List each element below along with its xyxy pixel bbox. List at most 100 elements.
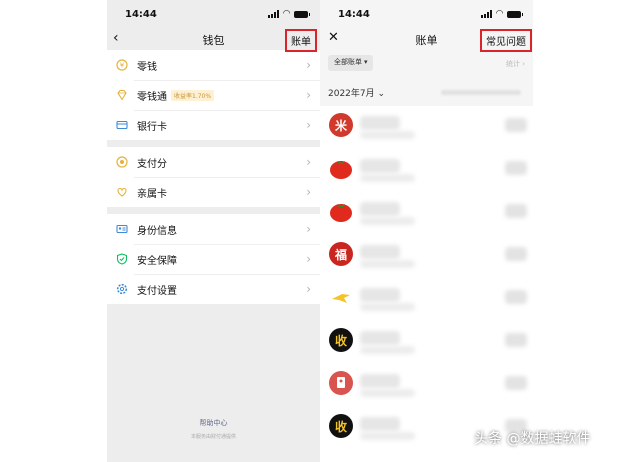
menu-item-change[interactable]: ¥ 零钱 ›: [107, 50, 320, 80]
menu-label: 银行卡: [137, 121, 167, 133]
menu-item-security[interactable]: 安全保障 ›: [107, 244, 320, 274]
merchant-text-blurred: [360, 389, 415, 397]
filter-row: 全部账单 ▾ 统计 ›: [320, 50, 533, 78]
menu-label: 支付分: [137, 158, 167, 170]
menu-label: 零钱通: [137, 91, 167, 103]
amount-blurred: [505, 290, 527, 304]
chevron-right-icon: ›: [306, 252, 311, 266]
stats-link[interactable]: 统计 ›: [506, 59, 525, 69]
merchant-text-blurred: [360, 331, 400, 345]
transaction-row[interactable]: [320, 192, 533, 235]
menu-item-identity[interactable]: 身份信息 ›: [107, 214, 320, 244]
amount-blurred: [505, 204, 527, 218]
family-icon: [116, 186, 128, 198]
status-time: 14:44: [338, 9, 370, 20]
menu-item-pay-score[interactable]: 支付分 ›: [107, 147, 320, 177]
menu-item-bank-card[interactable]: 银行卡 ›: [107, 110, 320, 140]
tomato-icon: [329, 156, 353, 180]
merchant-text-blurred: [360, 432, 415, 440]
transaction-row[interactable]: [320, 278, 533, 321]
month-summary-blurred: [441, 90, 521, 95]
merchant-text-blurred: [360, 159, 400, 173]
amount-blurred: [505, 333, 527, 347]
gear-icon: [116, 283, 128, 295]
status-bar: 14:44 ◠: [107, 0, 320, 28]
all-bills-filter[interactable]: 全部账单 ▾: [328, 55, 374, 71]
red-packet-icon: [329, 371, 353, 395]
status-bar: 14:44 ◠: [320, 0, 533, 28]
menu-label: 安全保障: [137, 255, 177, 267]
chevron-right-icon: ›: [306, 282, 311, 296]
bill-screen: 14:44 ◠ ✕ 账单 常见问题 全部账单 ▾ 统计 › 2022年7月 ⌄ …: [320, 0, 533, 462]
merchant-text-blurred: [360, 245, 400, 259]
transaction-row[interactable]: 福: [320, 235, 533, 278]
merchant-text-blurred: [360, 417, 400, 431]
month-selector[interactable]: 2022年7月 ⌄: [328, 86, 385, 99]
id-icon: [116, 223, 128, 235]
receive-icon: 收: [329, 328, 353, 352]
merchant-text-blurred: [360, 288, 400, 302]
signal-icon: [268, 10, 280, 18]
chevron-right-icon: ›: [306, 58, 311, 72]
chevron-right-icon: ›: [306, 222, 311, 236]
chevron-right-icon: ›: [306, 88, 311, 102]
yield-badge: 收益率1.70%: [171, 89, 215, 101]
merchant-text-blurred: [360, 174, 415, 182]
diamond-icon: [116, 89, 128, 101]
chevron-right-icon: ›: [306, 155, 311, 169]
amount-blurred: [505, 118, 527, 132]
month-row: 2022年7月 ⌄: [320, 78, 533, 106]
mi-logo-icon: 米: [329, 113, 353, 137]
shield-icon: [116, 253, 128, 265]
bird-icon: [329, 285, 353, 309]
faq-button[interactable]: 常见问题: [480, 29, 532, 52]
amount-blurred: [505, 376, 527, 390]
transaction-row[interactable]: [320, 364, 533, 407]
amount-blurred: [505, 247, 527, 261]
chevron-right-icon: ›: [306, 185, 311, 199]
transaction-row[interactable]: [320, 149, 533, 192]
menu-label: 零钱: [137, 61, 157, 73]
battery-icon: [507, 10, 523, 18]
transaction-row[interactable]: 米: [320, 106, 533, 149]
merchant-text-blurred: [360, 303, 415, 311]
receive-icon: 收: [329, 414, 353, 438]
wifi-icon: ◠: [283, 9, 290, 19]
transaction-row[interactable]: 收: [320, 321, 533, 364]
nav-bar: ✕ 账单 常见问题: [320, 28, 533, 52]
menu-item-family-card[interactable]: 亲属卡 ›: [107, 177, 320, 207]
fu-icon: 福: [329, 242, 353, 266]
card-icon: [116, 119, 128, 131]
status-time: 14:44: [125, 9, 157, 20]
merchant-text-blurred: [360, 260, 415, 268]
menu-group-settings: 身份信息 › 安全保障 › 支付设置 ›: [107, 214, 320, 304]
merchant-text-blurred: [360, 374, 400, 388]
menu-label: 亲属卡: [137, 188, 167, 200]
menu-group-services: 支付分 › 亲属卡 ›: [107, 147, 320, 207]
svg-text:¥: ¥: [120, 62, 125, 70]
menu-label: 支付设置: [137, 285, 177, 297]
tomato-icon: [329, 199, 353, 223]
transaction-list: 米福收收: [320, 106, 533, 462]
merchant-text-blurred: [360, 346, 415, 354]
signal-icon: [481, 10, 493, 18]
watermark: 头条 @数据蛙软件: [474, 431, 591, 447]
menu-item-change-pass[interactable]: 零钱通 收益率1.70% ›: [107, 80, 320, 110]
amount-blurred: [505, 161, 527, 175]
merchant-text-blurred: [360, 202, 400, 216]
menu-group-assets: ¥ 零钱 › 零钱通 收益率1.70% › 银行卡 ›: [107, 50, 320, 140]
chevron-right-icon: ›: [306, 118, 311, 132]
merchant-text-blurred: [360, 116, 400, 130]
menu-label: 身份信息: [137, 225, 177, 237]
bill-button[interactable]: 账单: [285, 29, 317, 52]
menu-item-pay-settings[interactable]: 支付设置 ›: [107, 274, 320, 304]
wallet-screen: 14:44 ◠ ‹ 钱包 账单 ¥ 零钱 › 零钱通 收益率1.70% › 银行…: [107, 0, 320, 462]
wifi-icon: ◠: [496, 9, 503, 19]
merchant-text-blurred: [360, 217, 415, 225]
coin-icon: ¥: [116, 59, 128, 71]
battery-icon: [294, 10, 310, 18]
merchant-text-blurred: [360, 131, 415, 139]
help-center-link[interactable]: 帮助中心: [107, 418, 320, 428]
provider-note: 本服务由财付通提供: [190, 434, 236, 440]
score-icon: [116, 156, 128, 168]
